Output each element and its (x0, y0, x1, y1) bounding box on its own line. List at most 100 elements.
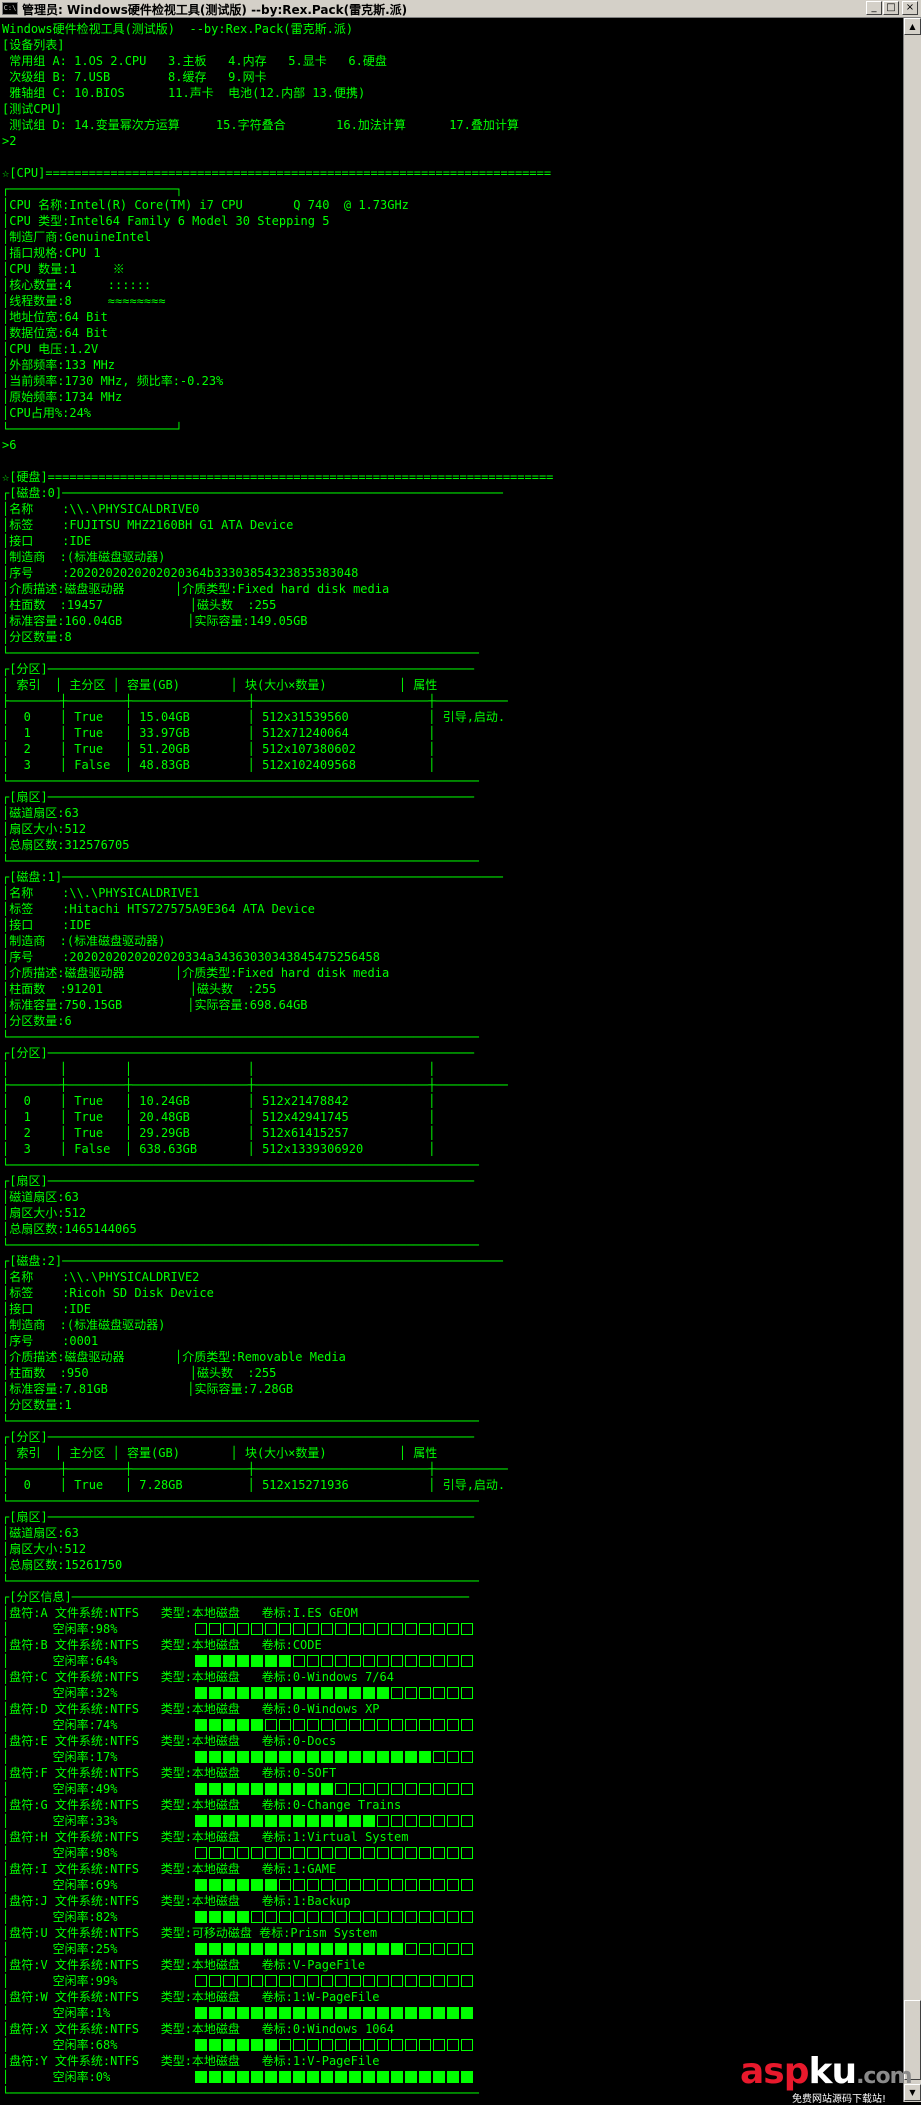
usage-cell-free (447, 1655, 459, 1667)
usage-cell-used (251, 1943, 263, 1955)
usage-cell-used (237, 1783, 249, 1795)
usage-cell-free (335, 1911, 347, 1923)
console-line: [设备列表] (2, 38, 65, 52)
console-line: │柱面数 :91201 │磁头数 :255 (2, 982, 277, 996)
usage-cell-free (321, 1847, 333, 1859)
usage-cell-used (209, 1687, 221, 1699)
usage-cell-used (195, 2039, 207, 2051)
usage-cell-used (363, 2007, 375, 2019)
usage-cell-used (405, 2007, 417, 2019)
console-line: [测试CPU] (2, 102, 63, 116)
usage-cell-used (321, 1687, 333, 1699)
partition-usage-bar (195, 2039, 473, 2051)
console-line: >6 (2, 438, 17, 452)
console-line: │地址位宽:64 Bit (2, 310, 108, 324)
partition-free-line: │ 空闲率:64% (2, 1654, 118, 1668)
usage-cell-free (265, 1975, 277, 1987)
usage-cell-free (335, 1623, 347, 1635)
console-line: │序号 :2020202020202020334a343630303438454… (2, 950, 381, 964)
console-line: └───────────────────────────────────────… (2, 1494, 479, 1508)
usage-cell-free (377, 1911, 389, 1923)
console-line: 次级组 B: 7.USB 8.缓存 9.网卡 (2, 70, 267, 84)
console-line: │核心数量:4 :::::: (2, 278, 152, 292)
partition-usage-bar (195, 1687, 473, 1699)
usage-cell-free (307, 1911, 319, 1923)
usage-cell-free (363, 1879, 375, 1891)
usage-cell-used (293, 1687, 305, 1699)
usage-cell-used (265, 1751, 277, 1763)
usage-cell-free (461, 1655, 473, 1667)
usage-cell-free (433, 1847, 445, 1859)
console-line: │介质描述:磁盘驱动器 │介质类型:Removable Media (2, 1350, 346, 1364)
usage-cell-free (279, 1879, 291, 1891)
usage-cell-free (391, 1623, 403, 1635)
console-line: │ 1 │ True │ 20.48GB │ 512x42941745 │ (2, 1110, 436, 1124)
watermark-logo: aspku.com 免费网站源码下载站! (740, 2052, 913, 2105)
usage-cell-free (461, 1719, 473, 1731)
usage-cell-used (279, 1943, 291, 1955)
usage-cell-free (419, 1911, 431, 1923)
usage-cell-free (363, 2039, 375, 2051)
usage-cell-free (307, 1623, 319, 1635)
usage-cell-free (433, 1815, 445, 1827)
usage-cell-free (237, 1847, 249, 1859)
usage-cell-free (223, 1623, 235, 1635)
usage-cell-used (209, 1879, 221, 1891)
console-output[interactable]: Windows硬件检视工具(测试版) --by:Rex.Pack(雷克斯.派) [… (0, 18, 903, 2102)
console-line: │标准容量:750.15GB │实际容量:698.64GB (2, 998, 308, 1012)
usage-cell-used (265, 1783, 277, 1795)
usage-cell-used (293, 1943, 305, 1955)
console-line: │ 2 │ True │ 51.20GB │ 512x107380602 │ (2, 742, 436, 756)
title-bar[interactable]: C:\ 管理员: Windows硬件检视工具(测试版) --by:Rex.Pac… (0, 0, 921, 18)
usage-cell-used (237, 2007, 249, 2019)
usage-cell-free (377, 1879, 389, 1891)
close-button[interactable]: × (902, 1, 918, 15)
usage-cell-free (405, 1815, 417, 1827)
usage-cell-free (405, 1943, 417, 1955)
usage-cell-free (293, 1879, 305, 1891)
usage-cell-free (447, 1815, 459, 1827)
usage-cell-free (391, 1719, 403, 1731)
vertical-scrollbar[interactable]: ▲ ▼ (903, 18, 921, 2102)
usage-cell-free (223, 1975, 235, 1987)
console-line: │ 3 │ False │ 48.83GB │ 512x102409568 │ (2, 758, 436, 772)
usage-cell-used (195, 1911, 207, 1923)
usage-cell-free (363, 1783, 375, 1795)
usage-cell-free (349, 1975, 361, 1987)
usage-cell-used (279, 1783, 291, 1795)
console-line: │制造商 :(标准磁盘驱动器) (2, 1318, 166, 1332)
scroll-up-arrow-icon[interactable]: ▲ (904, 18, 921, 35)
usage-cell-used (405, 2071, 417, 2083)
partition-info-line: │盘符:W 文件系统:NTFS 类型:本地磁盘 卷标:1:W-PageFile (2, 1990, 380, 2004)
minimize-button[interactable]: _ (866, 1, 882, 15)
usage-cell-free (349, 1783, 361, 1795)
console-line: │磁道扇区:63 (2, 1526, 79, 1540)
usage-cell-free (419, 1783, 431, 1795)
usage-cell-used (223, 1911, 235, 1923)
partition-usage-bar (195, 1975, 473, 1987)
console-app-icon[interactable]: C:\ (2, 2, 18, 15)
usage-cell-used (447, 2071, 459, 2083)
console-line: │ │ │ │ │ (2, 1062, 436, 1076)
usage-cell-free (321, 1623, 333, 1635)
usage-cell-used (279, 1655, 291, 1667)
usage-cell-used (321, 1943, 333, 1955)
usage-cell-free (377, 1975, 389, 1987)
usage-cell-used (209, 2071, 221, 2083)
partition-info-line: │盘符:Y 文件系统:NTFS 类型:本地磁盘 卷标:1:V-PageFile (2, 2054, 380, 2068)
usage-cell-free (293, 1655, 305, 1667)
usage-cell-free (265, 1719, 277, 1731)
partition-free-line: │ 空闲率:32% (2, 1686, 118, 1700)
usage-cell-free (321, 1719, 333, 1731)
usage-cell-used (237, 1655, 249, 1667)
usage-cell-free (293, 2039, 305, 2051)
usage-cell-free (419, 2039, 431, 2051)
console-line: │总扇区数:1465144065 (2, 1222, 137, 1236)
usage-cell-free (279, 2039, 291, 2051)
usage-cell-used (251, 1879, 263, 1891)
maximize-button[interactable]: □ (883, 1, 899, 15)
usage-cell-used (223, 2071, 235, 2083)
usage-cell-used (195, 1879, 207, 1891)
usage-cell-free (279, 1911, 291, 1923)
console-line: │总扇区数:15261750 (2, 1558, 123, 1572)
